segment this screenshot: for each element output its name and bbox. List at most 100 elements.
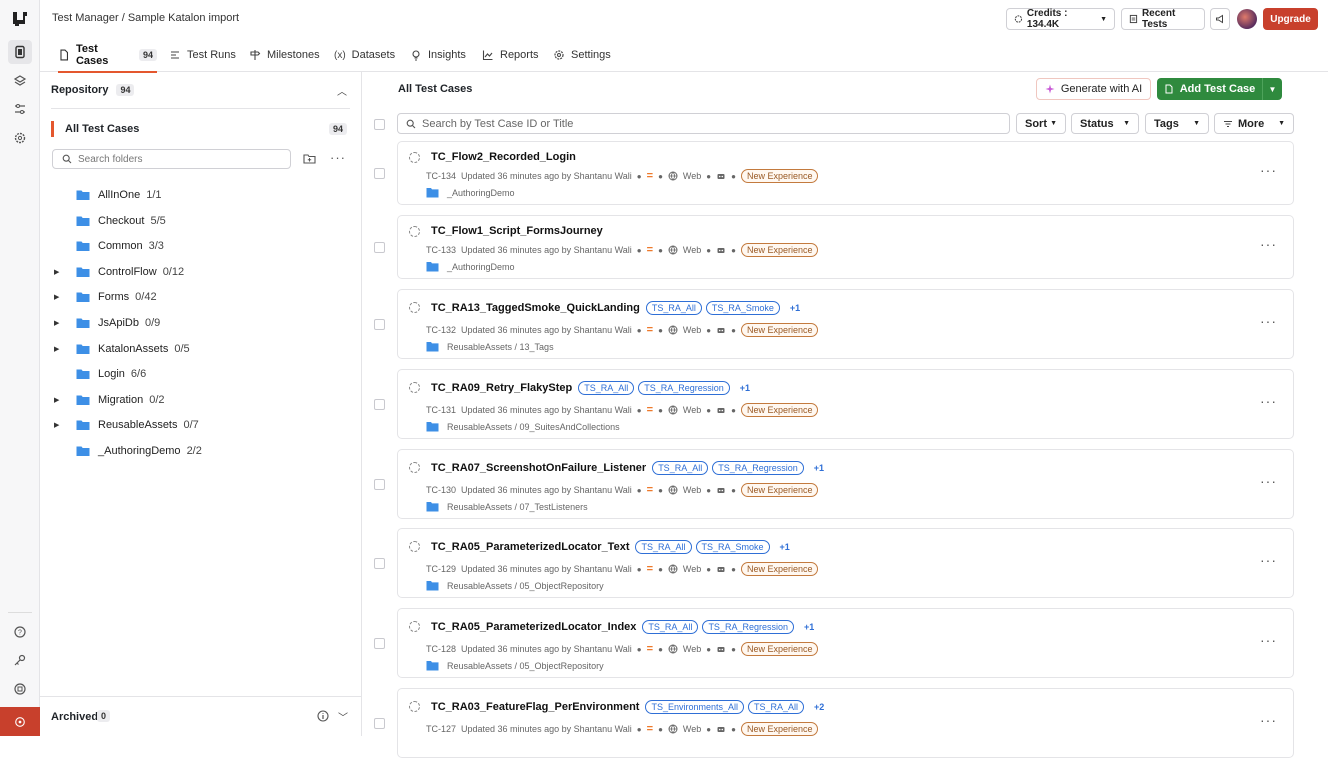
row-checkbox[interactable] <box>374 399 385 410</box>
tag-badge[interactable]: TS_RA_Smoke <box>695 540 770 554</box>
test-case-title[interactable]: TC_RA09_Retry_FlakyStep <box>431 382 572 394</box>
folder-item[interactable]: ▶ ControlFlow 0/12 <box>54 263 184 281</box>
folder-item[interactable]: ▶ Migration 0/2 <box>54 391 165 409</box>
info-icon[interactable] <box>317 710 329 722</box>
tag-badge[interactable]: TS_RA_All <box>642 620 699 634</box>
row-more-options-icon[interactable]: ··· <box>1260 236 1277 252</box>
tab-settings[interactable]: Settings <box>553 38 611 72</box>
upgrade-button[interactable]: Upgrade <box>1263 8 1318 30</box>
archived-section[interactable]: Archived 0 ﹀ <box>40 696 362 736</box>
recent-tests-button[interactable]: Recent Tests <box>1121 8 1205 30</box>
test-case-title[interactable]: TC_Flow2_Recorded_Login <box>431 151 576 163</box>
tag-badge[interactable]: TS_RA_All <box>645 301 702 315</box>
folder-item[interactable]: Checkout 5/5 <box>54 212 166 230</box>
tag-badge[interactable]: TS_RA_Regression <box>638 381 730 395</box>
tag-badge[interactable]: TS_Environments_All <box>645 700 744 714</box>
tab-insights[interactable]: Insights <box>410 38 466 72</box>
test-case-card[interactable]: TC_Flow2_Recorded_Login TC-134 Updated 36 … <box>397 141 1294 205</box>
expand-arrow-icon[interactable]: ▶ <box>54 345 70 353</box>
row-checkbox[interactable] <box>374 638 385 649</box>
all-test-cases-item[interactable]: All Test Cases 94 <box>51 121 347 137</box>
tab-datasets[interactable]: (x) Datasets <box>334 38 395 72</box>
folder-item[interactable]: _AuthoringDemo 2/2 <box>54 442 202 460</box>
tag-badge[interactable]: TS_RA_All <box>748 700 805 714</box>
row-more-options-icon[interactable]: ··· <box>1260 162 1277 178</box>
row-checkbox[interactable] <box>374 168 385 179</box>
test-case-title[interactable]: TC_RA03_FeatureFlag_PerEnvironment <box>431 701 639 713</box>
folder-item[interactable]: ▶ Forms 0/42 <box>54 288 157 306</box>
test-case-card[interactable]: TC_RA13_TaggedSmoke_QuickLanding TS_RA_Al… <box>397 289 1294 359</box>
folder-search-input[interactable]: Search folders <box>52 149 291 169</box>
settings-gear-icon[interactable] <box>8 126 32 150</box>
more-tags-count[interactable]: +1 <box>814 463 824 473</box>
generate-with-ai-button[interactable]: Generate with AI <box>1036 78 1151 100</box>
tab-test-runs[interactable]: Test Runs <box>169 38 236 72</box>
chevron-down-icon[interactable]: ﹀ <box>338 709 348 724</box>
tag-badge[interactable]: TS_RA_Regression <box>712 461 804 475</box>
test-case-title[interactable]: TC_RA05_ParameterizedLocator_Text <box>431 541 629 553</box>
more-filters-button[interactable]: More ▼ <box>1214 113 1294 134</box>
test-case-card[interactable]: TC_RA09_Retry_FlakyStep TS_RA_All TS_RA_Re… <box>397 369 1294 439</box>
test-case-card[interactable]: TC_RA05_ParameterizedLocator_Text TS_RA_A… <box>397 528 1294 598</box>
key-icon[interactable] <box>8 648 32 672</box>
more-tags-count[interactable]: +1 <box>804 622 814 632</box>
row-checkbox[interactable] <box>374 718 385 729</box>
folder-item[interactable]: Common 3/3 <box>54 237 164 255</box>
layers-icon[interactable] <box>8 69 32 93</box>
tab-milestones[interactable]: Milestones <box>249 38 320 72</box>
new-folder-icon[interactable] <box>303 153 316 165</box>
folder-item[interactable]: Login 6/6 <box>54 365 146 383</box>
help-icon[interactable]: ? <box>8 620 32 644</box>
folder-item[interactable]: ▶ ReusableAssets 0/7 <box>54 416 199 434</box>
integrations-icon[interactable] <box>8 677 32 701</box>
test-case-title[interactable]: TC_RA07_ScreenshotOnFailure_Listener <box>431 462 646 474</box>
folder-item[interactable]: ▶ KatalonAssets 0/5 <box>54 340 190 358</box>
test-case-title[interactable]: TC_Flow1_Script_FormsJourney <box>431 225 603 237</box>
tab-reports[interactable]: Reports <box>482 38 539 72</box>
breadcrumb[interactable]: Test Manager / Sample Katalon import <box>52 12 239 24</box>
test-case-card[interactable]: TC_Flow1_Script_FormsJourney TC-133 Update… <box>397 215 1294 279</box>
test-case-card[interactable]: TC_RA05_ParameterizedLocator_Index TS_RA_… <box>397 608 1294 678</box>
sliders-icon[interactable] <box>8 97 32 121</box>
expand-arrow-icon[interactable]: ▶ <box>54 268 70 276</box>
test-case-card[interactable]: TC_RA03_FeatureFlag_PerEnvironment TS_Env… <box>397 688 1294 758</box>
row-more-options-icon[interactable]: ··· <box>1260 393 1277 409</box>
select-all-checkbox[interactable] <box>374 119 385 130</box>
row-more-options-icon[interactable]: ··· <box>1260 313 1277 329</box>
test-case-title[interactable]: TC_RA13_TaggedSmoke_QuickLanding <box>431 302 640 314</box>
sort-button[interactable]: Sort ▼ <box>1016 113 1066 134</box>
tag-badge[interactable]: TS_RA_Smoke <box>705 301 780 315</box>
test-case-search-input[interactable]: Search by Test Case ID or Title <box>397 113 1010 134</box>
app-logo-icon[interactable] <box>11 10 29 28</box>
row-more-options-icon[interactable]: ··· <box>1260 712 1277 728</box>
tag-badge[interactable]: TS_RA_All <box>652 461 709 475</box>
add-test-case-button[interactable]: Add Test Case ▼ <box>1157 78 1282 100</box>
more-tags-count[interactable]: +2 <box>814 702 824 712</box>
expand-arrow-icon[interactable]: ▶ <box>54 319 70 327</box>
add-test-case-dropdown-icon[interactable]: ▼ <box>1262 78 1282 100</box>
account-menu-icon[interactable] <box>0 707 40 736</box>
credits-button[interactable]: Credits : 134.4K ▼ <box>1006 8 1115 30</box>
test-management-icon[interactable] <box>8 40 32 64</box>
more-tags-count[interactable]: +1 <box>780 542 790 552</box>
folder-item[interactable]: ▶ JsApiDb 0/9 <box>54 314 160 332</box>
row-checkbox[interactable] <box>374 558 385 569</box>
row-more-options-icon[interactable]: ··· <box>1260 552 1277 568</box>
tag-badge[interactable]: TS_RA_Regression <box>702 620 794 634</box>
expand-arrow-icon[interactable]: ▶ <box>54 421 70 429</box>
user-avatar[interactable] <box>1237 9 1257 29</box>
test-case-card[interactable]: TC_RA07_ScreenshotOnFailure_Listener TS_R… <box>397 449 1294 519</box>
tags-filter-button[interactable]: Tags ▼ <box>1145 113 1209 134</box>
more-tags-count[interactable]: +1 <box>790 303 800 313</box>
chevron-up-icon[interactable]: ︿ <box>337 83 347 98</box>
announcements-button[interactable] <box>1210 8 1230 30</box>
row-checkbox[interactable] <box>374 242 385 253</box>
tab-test-cases[interactable]: Test Cases 94 <box>58 38 157 73</box>
more-options-icon[interactable]: ··· <box>330 150 346 165</box>
status-filter-button[interactable]: Status ▼ <box>1071 113 1139 134</box>
row-more-options-icon[interactable]: ··· <box>1260 473 1277 489</box>
tag-badge[interactable]: TS_RA_All <box>578 381 635 395</box>
test-case-title[interactable]: TC_RA05_ParameterizedLocator_Index <box>431 621 636 633</box>
tag-badge[interactable]: TS_RA_All <box>635 540 692 554</box>
expand-arrow-icon[interactable]: ▶ <box>54 293 70 301</box>
